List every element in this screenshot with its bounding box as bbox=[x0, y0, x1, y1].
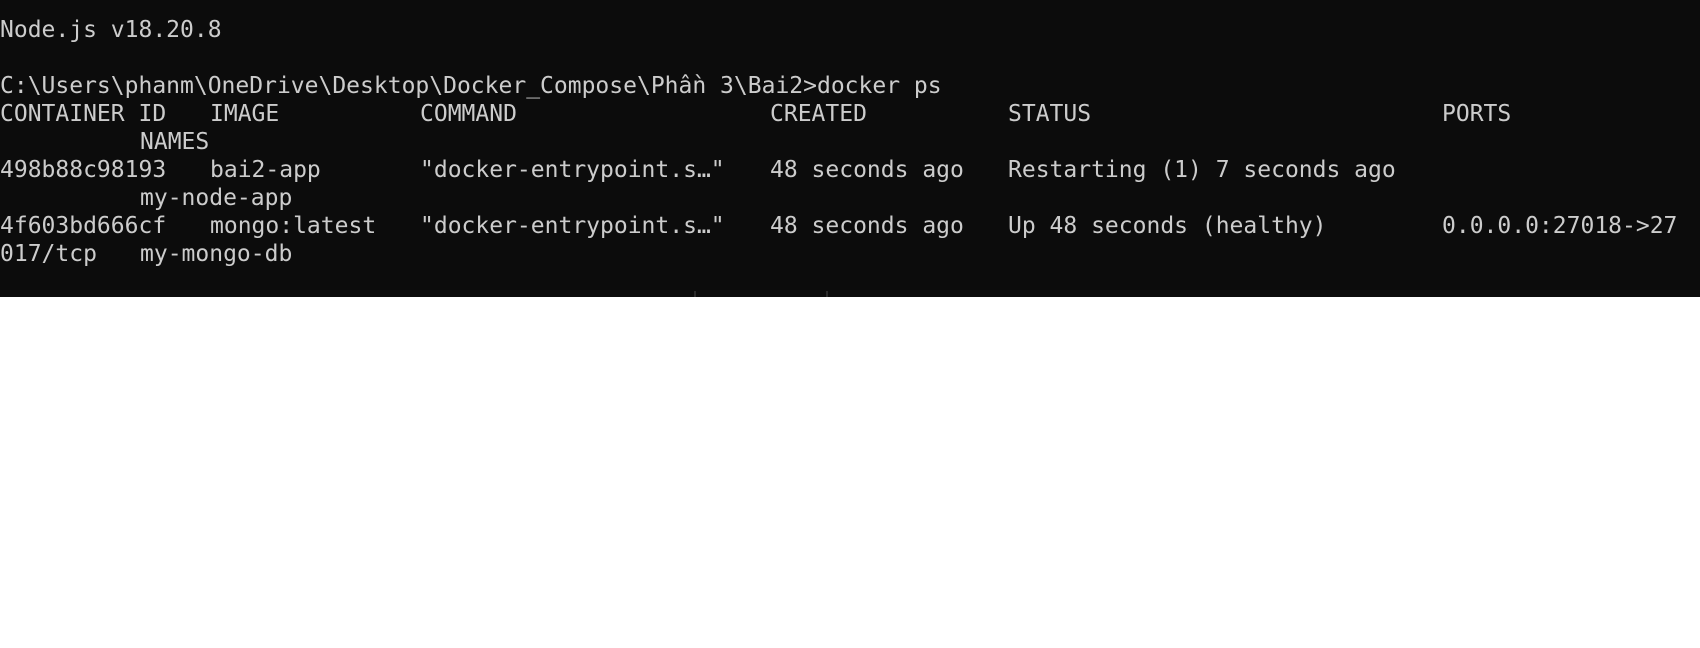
row-ports-continued: 017/tcp bbox=[0, 241, 97, 267]
header-command: COMMAND bbox=[420, 101, 517, 127]
table-row-wrap: 017/tcp my-mongo-db bbox=[0, 240, 1700, 268]
table-header-row: CONTAINER ID IMAGE COMMAND CREATED STATU… bbox=[0, 100, 1700, 128]
table-row-wrap: my-node-app bbox=[0, 184, 1700, 212]
row-names: my-node-app bbox=[140, 185, 293, 211]
command-prompt-line: C:\Users\phanm\OneDrive\Desktop\Docker_C… bbox=[0, 72, 942, 100]
typed-command: docker ps bbox=[816, 73, 942, 99]
row-image: mongo:latest bbox=[210, 213, 377, 239]
row-command: "docker-entrypoint.s…" bbox=[420, 213, 725, 239]
row-names: my-mongo-db bbox=[140, 241, 293, 267]
row-container-id: 498b88c98193 bbox=[0, 157, 167, 183]
node-version-line: Node.js v18.20.8 bbox=[0, 17, 222, 43]
table-row: 4f603bd666cf mongo:latest "docker-entryp… bbox=[0, 212, 1700, 240]
table-row: 498b88c98193 bai2-app "docker-entrypoint… bbox=[0, 156, 1700, 184]
prompt-path: C:\Users\phanm\OneDrive\Desktop\Docker_C… bbox=[0, 73, 817, 99]
row-ports: 0.0.0.0:27018->27 bbox=[1442, 213, 1678, 239]
row-status: Restarting (1) 7 seconds ago bbox=[1008, 157, 1396, 183]
header-image: IMAGE bbox=[210, 101, 280, 127]
row-command: "docker-entrypoint.s…" bbox=[420, 157, 725, 183]
header-ports: PORTS bbox=[1442, 101, 1512, 127]
row-created: 48 seconds ago bbox=[770, 157, 964, 183]
header-container-id: CONTAINER ID bbox=[0, 101, 167, 127]
render-artifact bbox=[826, 291, 828, 297]
row-status: Up 48 seconds (healthy) bbox=[1008, 213, 1327, 239]
render-artifact bbox=[694, 291, 696, 297]
row-created: 48 seconds ago bbox=[770, 213, 964, 239]
table-header-row-wrap: NAMES bbox=[0, 128, 1700, 156]
terminal-window[interactable]: Node.js v18.20.8 C:\Users\phanm\OneDrive… bbox=[0, 0, 1700, 297]
row-container-id: 4f603bd666cf bbox=[0, 213, 167, 239]
header-status: STATUS bbox=[1008, 101, 1092, 127]
header-names: NAMES bbox=[140, 129, 210, 155]
header-created: CREATED bbox=[770, 101, 867, 127]
row-image: bai2-app bbox=[210, 157, 321, 183]
